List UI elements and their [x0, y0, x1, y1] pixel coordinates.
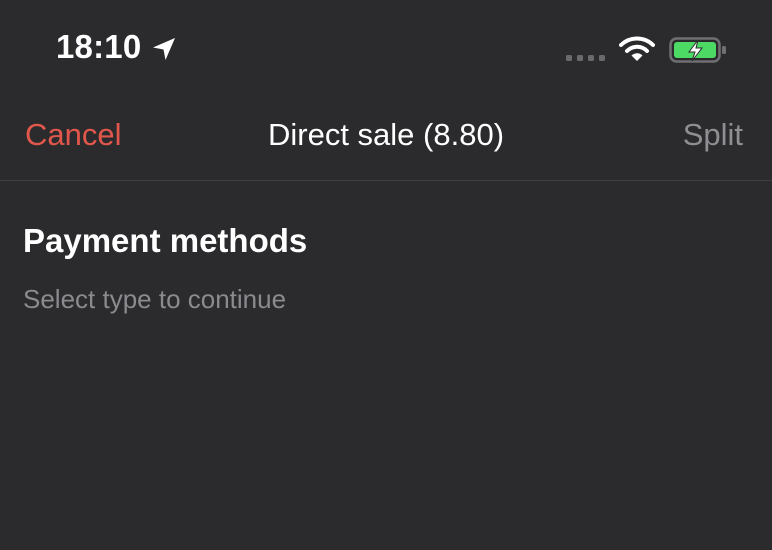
- split-button[interactable]: Split: [683, 117, 743, 153]
- payment-methods-hint: Select type to continue: [23, 284, 287, 314]
- battery-charging-icon: [669, 37, 726, 63]
- location-arrow-icon: [153, 38, 175, 60]
- cancel-button[interactable]: Cancel: [25, 117, 122, 153]
- navigation-bar: Cancel Direct sale (8.80) Split: [0, 96, 772, 181]
- payment-methods-heading: Payment methods: [23, 222, 308, 259]
- status-bar: 18:10: [0, 0, 772, 96]
- wifi-icon: [619, 36, 655, 61]
- cellular-signal-icon: [566, 55, 605, 61]
- status-time: 18:10: [56, 28, 142, 65]
